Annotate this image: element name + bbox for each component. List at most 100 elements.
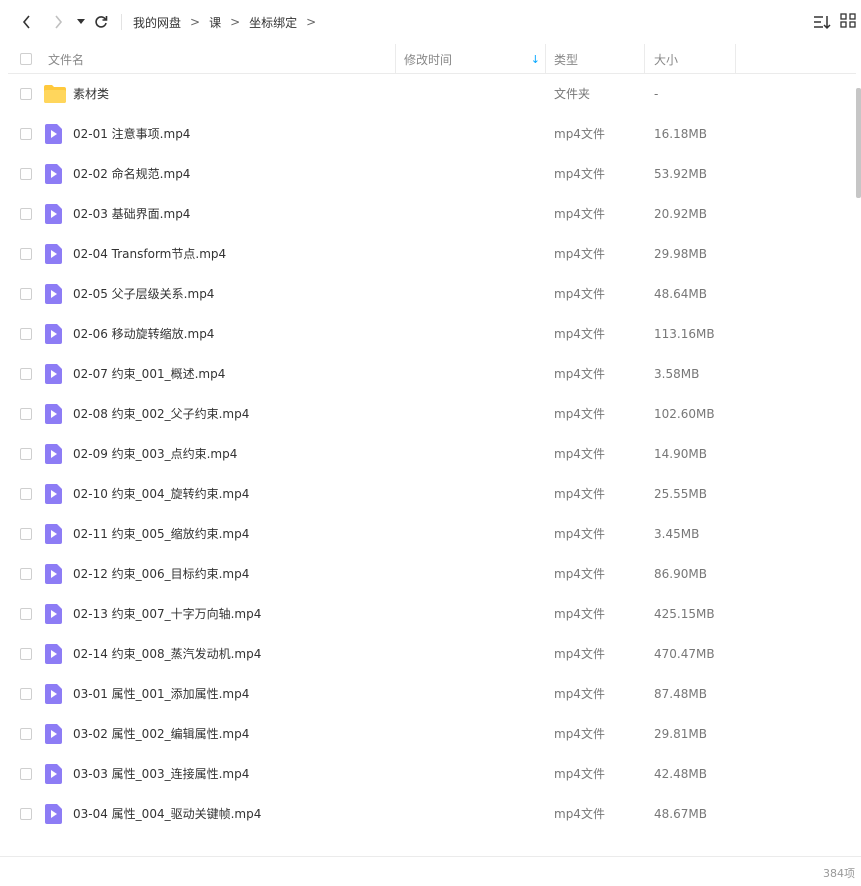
row-checkbox[interactable]	[20, 728, 32, 740]
video-file-icon	[45, 724, 65, 744]
row-checkbox[interactable]	[20, 568, 32, 580]
breadcrumb-separator: >	[190, 15, 201, 29]
file-type: mp4文件	[554, 727, 605, 741]
row-checkbox[interactable]	[20, 328, 32, 340]
file-name[interactable]: 03-02 属性_002_编辑属性.mp4	[73, 714, 249, 754]
sort-button[interactable]	[812, 12, 832, 32]
file-name[interactable]: 03-03 属性_003_连接属性.mp4	[73, 754, 249, 794]
back-button[interactable]	[18, 12, 36, 32]
file-name[interactable]: 03-01 属性_001_添加属性.mp4	[73, 674, 249, 714]
file-row[interactable]: 03-01 属性_001_添加属性.mp4 mp4文件 87.48MB	[8, 674, 856, 714]
file-size: 53.92MB	[654, 167, 707, 181]
row-checkbox[interactable]	[20, 288, 32, 300]
file-name[interactable]: 02-03 基础界面.mp4	[73, 194, 190, 234]
row-checkbox[interactable]	[20, 208, 32, 220]
video-file-icon	[45, 124, 65, 144]
grid-view-button[interactable]	[840, 12, 858, 32]
file-row[interactable]: 02-07 约束_001_概述.mp4 mp4文件 3.58MB	[8, 354, 856, 394]
column-divider[interactable]	[395, 44, 396, 74]
file-size: 470.47MB	[654, 647, 715, 661]
history-dropdown[interactable]	[72, 12, 90, 32]
file-size: 48.64MB	[654, 287, 707, 301]
video-file-icon	[45, 204, 65, 224]
row-checkbox[interactable]	[20, 768, 32, 780]
row-checkbox[interactable]	[20, 448, 32, 460]
row-checkbox[interactable]	[20, 248, 32, 260]
refresh-button[interactable]	[92, 12, 110, 32]
file-type: mp4文件	[554, 287, 605, 301]
row-checkbox[interactable]	[20, 808, 32, 820]
video-file-icon	[45, 444, 65, 464]
row-checkbox[interactable]	[20, 168, 32, 180]
row-checkbox[interactable]	[20, 528, 32, 540]
video-file-icon	[45, 324, 65, 344]
file-name[interactable]: 02-08 约束_002_父子约束.mp4	[73, 394, 249, 434]
column-divider[interactable]	[545, 44, 546, 74]
row-checkbox[interactable]	[20, 688, 32, 700]
breadcrumb-item-root[interactable]: 我的网盘	[133, 14, 181, 31]
file-name[interactable]: 02-09 约束_003_点约束.mp4	[73, 434, 237, 474]
file-name[interactable]: 02-11 约束_005_缩放约束.mp4	[73, 514, 249, 554]
file-row[interactable]: 02-06 移动旋转缩放.mp4 mp4文件 113.16MB	[8, 314, 856, 354]
file-name[interactable]: 02-02 命名规范.mp4	[73, 154, 190, 194]
breadcrumb-item-current[interactable]: 坐标绑定	[249, 14, 297, 31]
breadcrumb-item-course[interactable]: 课	[209, 14, 221, 31]
file-row[interactable]: 03-02 属性_002_编辑属性.mp4 mp4文件 29.81MB	[8, 714, 856, 754]
file-name[interactable]: 02-05 父子层级关系.mp4	[73, 274, 214, 314]
file-name[interactable]: 02-12 约束_006_目标约束.mp4	[73, 554, 249, 594]
row-checkbox[interactable]	[20, 128, 32, 140]
file-size: 86.90MB	[654, 567, 707, 581]
select-all-checkbox[interactable]	[20, 53, 32, 65]
file-row[interactable]: 03-03 属性_003_连接属性.mp4 mp4文件 42.48MB	[8, 754, 856, 794]
file-row[interactable]: 03-04 属性_004_驱动关键帧.mp4 mp4文件 48.67MB	[8, 794, 856, 832]
video-file-icon	[45, 604, 65, 624]
scrollbar-thumb[interactable]	[856, 88, 861, 198]
file-name[interactable]: 素材类	[73, 74, 109, 114]
folder-row[interactable]: 素材类 文件夹 -	[8, 74, 856, 114]
status-bar: 384项	[0, 856, 861, 886]
file-row[interactable]: 02-13 约束_007_十字万向轴.mp4 mp4文件 425.15MB	[8, 594, 856, 634]
column-size[interactable]: 大小	[654, 44, 678, 74]
column-name[interactable]: 文件名	[48, 44, 84, 74]
file-row[interactable]: 02-02 命名规范.mp4 mp4文件 53.92MB	[8, 154, 856, 194]
video-file-icon	[45, 684, 65, 704]
video-file-icon	[45, 564, 65, 584]
file-name[interactable]: 02-13 约束_007_十字万向轴.mp4	[73, 594, 261, 634]
file-name[interactable]: 02-04 Transform节点.mp4	[73, 234, 226, 274]
column-modified-label: 修改时间	[404, 52, 453, 67]
file-row[interactable]: 02-10 约束_004_旋转约束.mp4 mp4文件 25.55MB	[8, 474, 856, 514]
row-checkbox[interactable]	[20, 368, 32, 380]
file-row[interactable]: 02-05 父子层级关系.mp4 mp4文件 48.64MB	[8, 274, 856, 314]
file-row[interactable]: 02-01 注意事项.mp4 mp4文件 16.18MB	[8, 114, 856, 154]
file-row[interactable]: 02-14 约束_008_蒸汽发动机.mp4 mp4文件 470.47MB	[8, 634, 856, 674]
row-checkbox[interactable]	[20, 408, 32, 420]
file-row[interactable]: 02-11 约束_005_缩放约束.mp4 mp4文件 3.45MB	[8, 514, 856, 554]
row-checkbox[interactable]	[20, 88, 32, 100]
column-modified[interactable]: 修改时间 ↓	[404, 44, 544, 74]
file-type: mp4文件	[554, 207, 605, 221]
file-row[interactable]: 02-04 Transform节点.mp4 mp4文件 29.98MB	[8, 234, 856, 274]
breadcrumb: 我的网盘 > 课 > 坐标绑定 >	[133, 14, 325, 30]
file-name[interactable]: 02-14 约束_008_蒸汽发动机.mp4	[73, 634, 261, 674]
file-name[interactable]: 02-07 约束_001_概述.mp4	[73, 354, 225, 394]
row-checkbox[interactable]	[20, 648, 32, 660]
file-row[interactable]: 02-08 约束_002_父子约束.mp4 mp4文件 102.60MB	[8, 394, 856, 434]
column-divider[interactable]	[735, 44, 736, 74]
file-name[interactable]: 02-01 注意事项.mp4	[73, 114, 190, 154]
file-row[interactable]: 02-03 基础界面.mp4 mp4文件 20.92MB	[8, 194, 856, 234]
file-name[interactable]: 02-10 约束_004_旋转约束.mp4	[73, 474, 249, 514]
video-file-icon	[45, 284, 65, 304]
column-divider[interactable]	[644, 44, 645, 74]
column-type[interactable]: 类型	[554, 44, 578, 74]
file-row[interactable]: 02-12 约束_006_目标约束.mp4 mp4文件 86.90MB	[8, 554, 856, 594]
row-checkbox[interactable]	[20, 488, 32, 500]
file-name[interactable]: 03-04 属性_004_驱动关键帧.mp4	[73, 794, 261, 832]
file-row[interactable]: 02-09 约束_003_点约束.mp4 mp4文件 14.90MB	[8, 434, 856, 474]
forward-button[interactable]	[49, 12, 67, 32]
scrollbar[interactable]	[856, 74, 861, 854]
video-file-icon	[45, 164, 65, 184]
file-size: 113.16MB	[654, 327, 715, 341]
file-list: 素材类 文件夹 - 02-01 注意事项.mp4 mp4文件 16.18MB 02-02 命…	[8, 74, 856, 832]
file-name[interactable]: 02-06 移动旋转缩放.mp4	[73, 314, 214, 354]
row-checkbox[interactable]	[20, 608, 32, 620]
